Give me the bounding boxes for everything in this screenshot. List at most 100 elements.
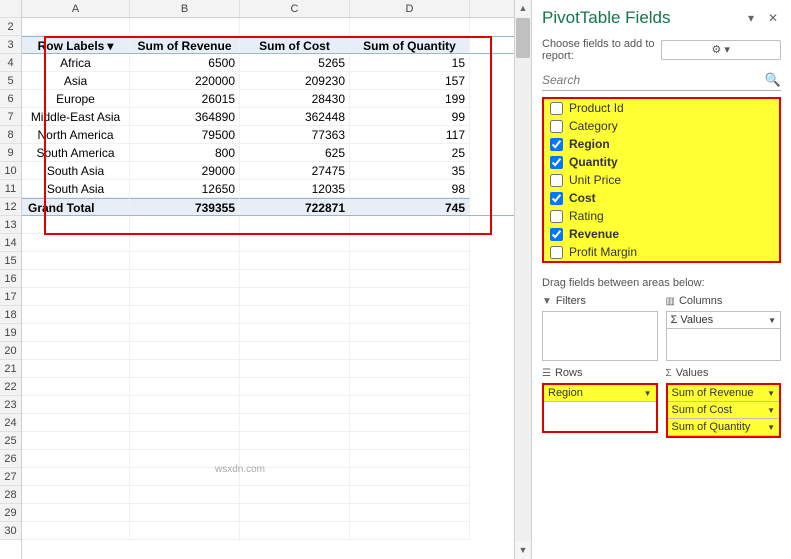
cell-label[interactable] bbox=[22, 450, 130, 468]
field-item-region[interactable]: Region bbox=[544, 135, 779, 153]
row-header-15[interactable]: 15 bbox=[0, 252, 21, 270]
scroll-up-arrow[interactable]: ▲ bbox=[515, 0, 531, 17]
row-header-30[interactable]: 30 bbox=[0, 522, 21, 540]
field-item-revenue[interactable]: Revenue bbox=[544, 225, 779, 243]
cell-revenue[interactable]: 364890 bbox=[130, 108, 240, 126]
values-area[interactable]: ΣValues Sum of Revenue▼Sum of Cost▼Sum o… bbox=[666, 367, 782, 438]
row-header-13[interactable]: 13 bbox=[0, 216, 21, 234]
cell-label[interactable] bbox=[22, 378, 130, 396]
cell-cost[interactable] bbox=[240, 234, 350, 252]
cell-cost[interactable] bbox=[240, 486, 350, 504]
cell-label[interactable]: South Asia bbox=[22, 162, 130, 180]
field-checkbox[interactable] bbox=[550, 102, 563, 115]
cell-revenue[interactable] bbox=[130, 270, 240, 288]
cell-cost[interactable]: 722871 bbox=[240, 198, 350, 215]
chip-sum-of-quantity[interactable]: Sum of Quantity▼ bbox=[668, 419, 780, 436]
cell-cost[interactable] bbox=[240, 216, 350, 234]
values-body[interactable]: Sum of Revenue▼Sum of Cost▼Sum of Quanti… bbox=[666, 383, 782, 438]
cell-revenue[interactable]: 739355 bbox=[130, 198, 240, 215]
cell-cost[interactable]: 28430 bbox=[240, 90, 350, 108]
row-header-21[interactable]: 21 bbox=[0, 360, 21, 378]
cell-cost[interactable] bbox=[240, 270, 350, 288]
cell-quantity[interactable] bbox=[350, 378, 470, 396]
cell-label[interactable] bbox=[22, 234, 130, 252]
cell-label[interactable] bbox=[22, 216, 130, 234]
chip-region[interactable]: Region▼ bbox=[544, 385, 656, 402]
row-header-25[interactable]: 25 bbox=[0, 432, 21, 450]
cell-label[interactable] bbox=[22, 18, 130, 36]
cell-revenue[interactable] bbox=[130, 288, 240, 306]
row-header-29[interactable]: 29 bbox=[0, 504, 21, 522]
cell-label[interactable] bbox=[22, 360, 130, 378]
cell-revenue[interactable] bbox=[130, 324, 240, 342]
chevron-down-icon[interactable]: ▼ bbox=[767, 423, 775, 432]
scroll-down-arrow[interactable]: ▼ bbox=[515, 542, 531, 559]
vertical-scrollbar[interactable]: ▲ ▼ bbox=[514, 0, 531, 559]
cell-quantity[interactable] bbox=[350, 450, 470, 468]
cell-revenue[interactable]: 26015 bbox=[130, 90, 240, 108]
cell-cost[interactable]: 27475 bbox=[240, 162, 350, 180]
cell-quantity[interactable]: 745 bbox=[350, 198, 470, 215]
gear-icon[interactable]: ⚙ ▾ bbox=[661, 40, 782, 60]
cell-cost[interactable] bbox=[240, 504, 350, 522]
cell-label[interactable] bbox=[22, 342, 130, 360]
chip-sum-of-cost[interactable]: Sum of Cost▼ bbox=[668, 402, 780, 419]
cell-quantity[interactable] bbox=[350, 18, 470, 36]
cell-revenue[interactable] bbox=[130, 450, 240, 468]
field-checkbox[interactable] bbox=[550, 138, 563, 151]
cell-cost[interactable] bbox=[240, 450, 350, 468]
cell-revenue[interactable] bbox=[130, 414, 240, 432]
cell-quantity[interactable]: 98 bbox=[350, 180, 470, 198]
cell-cost[interactable] bbox=[240, 324, 350, 342]
rows-body[interactable]: Region▼ bbox=[542, 383, 658, 433]
filters-area[interactable]: ▼Filters bbox=[542, 295, 658, 361]
cell-cost[interactable] bbox=[240, 468, 350, 486]
cell-revenue[interactable] bbox=[130, 234, 240, 252]
row-header-2[interactable]: 2 bbox=[0, 18, 21, 36]
cell-label[interactable] bbox=[22, 486, 130, 504]
row-header-19[interactable]: 19 bbox=[0, 324, 21, 342]
cell-revenue[interactable] bbox=[130, 360, 240, 378]
col-header-c[interactable]: C bbox=[240, 0, 350, 17]
rows-area[interactable]: ☰Rows Region▼ bbox=[542, 367, 658, 438]
cell-quantity[interactable] bbox=[350, 306, 470, 324]
cell-cost[interactable] bbox=[240, 342, 350, 360]
filters-body[interactable] bbox=[542, 311, 658, 361]
row-labels-dropdown-icon[interactable]: ▾ bbox=[107, 37, 113, 55]
cell-cost[interactable]: Sum of Cost bbox=[240, 37, 350, 53]
field-search[interactable]: 🔍 bbox=[542, 72, 781, 91]
cells[interactable]: Row Labels▾Sum of RevenueSum of CostSum … bbox=[22, 18, 514, 540]
field-checkbox[interactable] bbox=[550, 246, 563, 259]
cell-quantity[interactable] bbox=[350, 486, 470, 504]
row-header-22[interactable]: 22 bbox=[0, 378, 21, 396]
cell-quantity[interactable]: 117 bbox=[350, 126, 470, 144]
cell-label[interactable]: South America bbox=[22, 144, 130, 162]
cell-label[interactable] bbox=[22, 288, 130, 306]
cell-quantity[interactable] bbox=[350, 360, 470, 378]
cell-cost[interactable]: 625 bbox=[240, 144, 350, 162]
cell-cost[interactable] bbox=[240, 306, 350, 324]
chip--values[interactable]: Σ Values▼ bbox=[667, 312, 781, 329]
row-header-5[interactable]: 5 bbox=[0, 72, 21, 90]
pane-menu-icon[interactable]: ▾ bbox=[743, 11, 759, 25]
cell-label[interactable] bbox=[22, 522, 130, 540]
cell-cost[interactable]: 5265 bbox=[240, 54, 350, 72]
cell-quantity[interactable] bbox=[350, 432, 470, 450]
cell-label[interactable] bbox=[22, 504, 130, 522]
cell-quantity[interactable] bbox=[350, 414, 470, 432]
cell-quantity[interactable] bbox=[350, 522, 470, 540]
cell-cost[interactable]: 209230 bbox=[240, 72, 350, 90]
cell-quantity[interactable]: 35 bbox=[350, 162, 470, 180]
cell-quantity[interactable]: 157 bbox=[350, 72, 470, 90]
cell-revenue[interactable] bbox=[130, 504, 240, 522]
chevron-down-icon[interactable]: ▼ bbox=[767, 406, 775, 415]
cell-cost[interactable]: 77363 bbox=[240, 126, 350, 144]
chevron-down-icon[interactable]: ▼ bbox=[768, 316, 776, 325]
row-header-23[interactable]: 23 bbox=[0, 396, 21, 414]
cell-revenue[interactable]: 220000 bbox=[130, 72, 240, 90]
field-checkbox[interactable] bbox=[550, 228, 563, 241]
row-header-18[interactable]: 18 bbox=[0, 306, 21, 324]
cell-label[interactable] bbox=[22, 306, 130, 324]
cell-revenue[interactable] bbox=[130, 306, 240, 324]
cell-revenue[interactable] bbox=[130, 396, 240, 414]
